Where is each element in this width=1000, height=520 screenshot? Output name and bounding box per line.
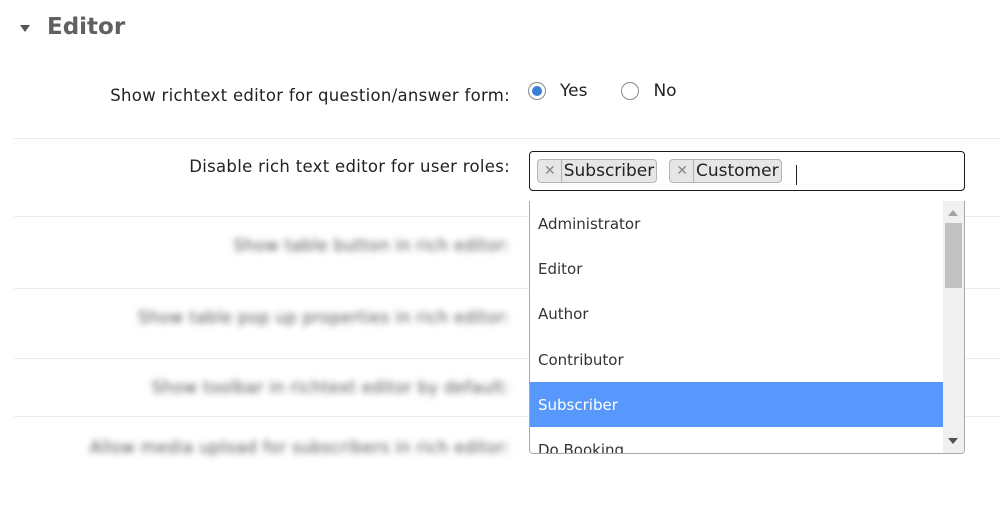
arrow-up-icon[interactable] — [948, 210, 958, 216]
option-subscriber[interactable]: Subscriber — [530, 382, 943, 428]
radio-yes[interactable] — [528, 82, 546, 100]
option-author[interactable]: Author — [530, 292, 943, 337]
options-list: Administrator Editor Author Contributor … — [530, 201, 943, 453]
radio-no-label[interactable]: No — [653, 81, 676, 101]
scroll-thumb[interactable] — [945, 223, 962, 288]
option-administrator[interactable]: Administrator — [530, 201, 943, 246]
arrow-down-icon[interactable] — [948, 438, 958, 444]
divider — [14, 138, 1000, 139]
richtext-editor-radio-group: Yes No — [528, 81, 711, 101]
radio-no[interactable] — [621, 82, 640, 100]
option-do-booking[interactable]: Do Booking — [530, 427, 943, 453]
dropdown-scrollbar[interactable] — [943, 201, 964, 453]
chip-customer: ✕ Customer — [669, 159, 782, 183]
section-title: Editor — [47, 14, 126, 40]
radio-yes-label[interactable]: Yes — [560, 81, 587, 101]
label-richtext-editor: Show richtext editor for question/answer… — [110, 86, 510, 105]
user-roles-multiselect[interactable]: ✕ Subscriber ✕ Customer — [529, 151, 965, 191]
roles-dropdown: Administrator Editor Author Contributor … — [529, 201, 965, 454]
label-toolbar-default: Show toolbar in richtext editor by defau… — [151, 378, 510, 397]
text-cursor[interactable] — [795, 165, 797, 185]
chip-label: Subscriber — [563, 161, 655, 181]
label-table-popup: Show table pop up properties in rich edi… — [137, 308, 510, 327]
label-disable-roles: Disable rich text editor for user roles: — [189, 157, 510, 176]
chip-label: Customer — [695, 161, 779, 181]
option-editor[interactable]: Editor — [530, 246, 943, 291]
label-table-button: Show table button in rich editor: — [233, 236, 510, 255]
option-contributor[interactable]: Contributor — [530, 337, 943, 382]
section-header-editor[interactable]: Editor — [20, 14, 125, 40]
label-media-upload: Allow media upload for subscribers in ri… — [89, 438, 510, 457]
close-icon[interactable]: ✕ — [670, 160, 694, 182]
caret-down-icon[interactable] — [20, 24, 30, 32]
chip-subscriber: ✕ Subscriber — [537, 159, 658, 183]
close-icon[interactable]: ✕ — [538, 160, 562, 182]
